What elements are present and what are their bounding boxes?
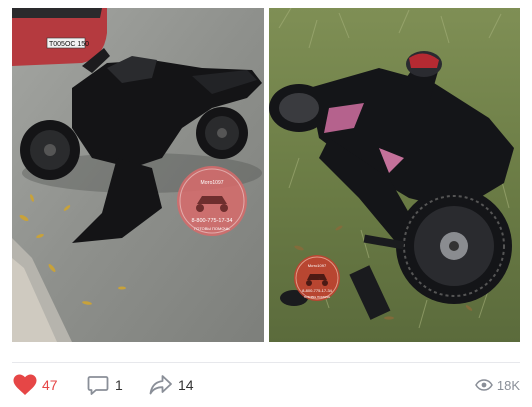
eye-icon (474, 376, 493, 394)
share-arrow-icon (148, 372, 174, 398)
license-plate-text: Т005ОС 150 (49, 41, 89, 48)
photo-motorcycle-on-asphalt[interactable]: Т005ОС 150 Мото1097 8-800-775-17-34 ГОТО… (12, 8, 264, 342)
comment-icon (85, 372, 111, 398)
watermark-phone: 8-800-775-17-34 (302, 288, 333, 293)
watermark-title: Мото1097 (308, 263, 327, 268)
post-photos: Т005ОС 150 Мото1097 8-800-775-17-34 ГОТО… (12, 8, 520, 342)
share-count: 14 (178, 377, 194, 393)
heart-icon (12, 372, 38, 398)
photo-motorcycle-in-grass-image: Мото1097 8-800-775-17-34 ГОТОВЫ ПОМОЧЬ (269, 8, 520, 342)
photo-motorcycle-on-asphalt-image: Т005ОС 150 Мото1097 8-800-775-17-34 ГОТО… (12, 8, 264, 342)
photo-motorcycle-in-grass[interactable]: Мото1097 8-800-775-17-34 ГОТОВЫ ПОМОЧЬ (269, 8, 520, 342)
watermark-slogan: ГОТОВЫ ПОМОЧЬ (194, 226, 230, 231)
footer-divider (12, 362, 520, 363)
views-counter: 18K (474, 370, 520, 400)
comment-count: 1 (115, 377, 123, 393)
watermark-title: Мото1097 (200, 180, 223, 186)
like-count: 47 (42, 377, 58, 393)
views-count: 18K (496, 377, 520, 393)
post-actions-bar: 47 1 14 18K (0, 370, 532, 400)
like-button[interactable]: 47 (12, 370, 58, 400)
watermark-slogan: ГОТОВЫ ПОМОЧЬ (304, 295, 331, 299)
watermark-phone: 8-800-775-17-34 (192, 218, 233, 224)
share-button[interactable]: 14 (148, 370, 194, 400)
comment-button[interactable]: 1 (85, 370, 123, 400)
